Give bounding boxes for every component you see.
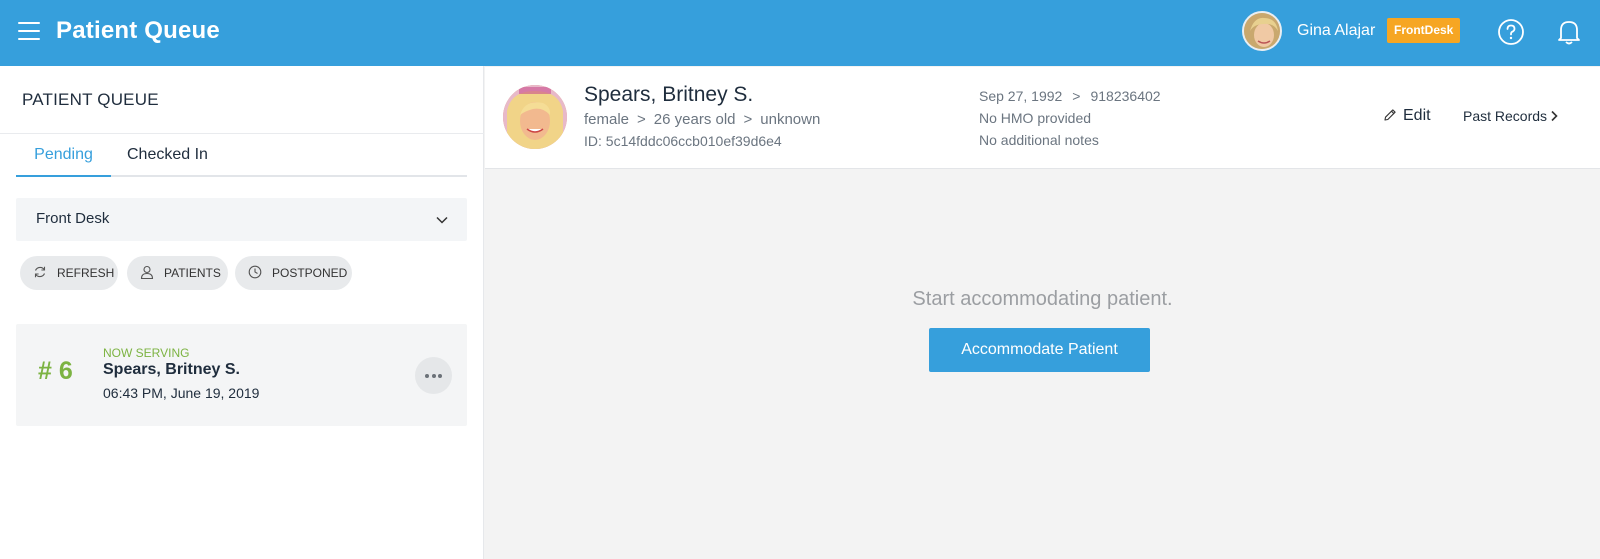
- bell-icon[interactable]: [1556, 18, 1582, 46]
- patient-birth-row: Sep 27, 1992 >918236402: [979, 85, 1161, 107]
- queue-item[interactable]: # 6 NOW SERVING Spears, Britney S. 06:43…: [16, 324, 467, 426]
- queue-time: 06:43 PM, June 19, 2019: [103, 385, 260, 401]
- top-bar: Patient Queue Gina Alajar FrontDesk: [0, 0, 1600, 66]
- menu-icon[interactable]: [18, 22, 40, 41]
- patients-button[interactable]: PATIENTS: [127, 256, 228, 290]
- past-records-button[interactable]: Past Records: [1463, 108, 1559, 124]
- user-avatar[interactable]: [1242, 11, 1282, 51]
- postponed-button[interactable]: POSTPONED: [235, 256, 352, 290]
- patient-gender: female: [584, 111, 630, 128]
- pencil-icon: [1384, 109, 1396, 121]
- tab-pending[interactable]: Pending: [16, 142, 111, 177]
- patient-phone: 918236402: [1090, 88, 1161, 104]
- edit-button[interactable]: Edit: [1383, 107, 1431, 125]
- patient-birthdate: Sep 27, 1992: [979, 88, 1063, 104]
- chevron-right-icon: >: [637, 111, 646, 128]
- patient-details: Sep 27, 1992 >918236402 No HMO provided N…: [979, 85, 1161, 151]
- tab-checked-in[interactable]: Checked In: [127, 142, 208, 177]
- role-badge: FrontDesk: [1387, 18, 1461, 43]
- patient-age: 26 years old: [653, 111, 736, 128]
- chevron-down-icon: [436, 216, 448, 224]
- refresh-button[interactable]: REFRESH: [20, 256, 118, 290]
- patient-hmo: No HMO provided: [979, 110, 1092, 126]
- department-select-value: Front Desk: [36, 210, 110, 227]
- patient-id: ID: 5c14fddc06ccb010ef39d6e4: [584, 133, 782, 149]
- patient-notes: No additional notes: [979, 132, 1099, 148]
- edit-button-label: Edit: [1403, 107, 1431, 124]
- postponed-button-label: POSTPONED: [272, 266, 348, 280]
- patient-avatar: [503, 85, 567, 149]
- user-name[interactable]: Gina Alajar: [1297, 20, 1375, 42]
- patient-header: Spears, Britney S. female >26 years old > u…: [485, 67, 1600, 169]
- clock-icon: [248, 265, 262, 279]
- patient-blood-type: unknown: [760, 111, 821, 128]
- queue-tabs: Pending Checked In: [16, 142, 467, 177]
- more-options-icon[interactable]: [415, 357, 452, 394]
- department-select[interactable]: Front Desk: [16, 198, 467, 241]
- refresh-button-label: REFRESH: [57, 266, 115, 280]
- divider: [0, 133, 484, 134]
- user-icon: [140, 265, 154, 279]
- queue-status: NOW SERVING: [103, 346, 190, 360]
- help-icon[interactable]: [1497, 18, 1525, 46]
- sidebar: PATIENT QUEUE Pending Checked In Front D…: [0, 66, 484, 559]
- chevron-right-icon: [1551, 110, 1558, 122]
- app-title: Patient Queue: [56, 17, 220, 44]
- refresh-icon: [34, 266, 46, 278]
- past-records-label: Past Records: [1463, 108, 1548, 124]
- queue-patient-name: Spears, Britney S.: [103, 361, 240, 378]
- chevron-right-icon: >: [1072, 88, 1081, 104]
- patient-demographics: female >26 years old > unknown: [584, 111, 820, 128]
- empty-state-message: Start accommodating patient.: [912, 288, 1173, 310]
- sidebar-title: PATIENT QUEUE: [22, 90, 159, 109]
- chevron-right-icon: >: [743, 111, 753, 128]
- queue-number: # 6: [38, 357, 73, 385]
- patient-name: Spears, Britney S.: [584, 83, 754, 106]
- patients-button-label: PATIENTS: [164, 266, 221, 280]
- accommodate-patient-button[interactable]: Accommodate Patient: [929, 328, 1150, 372]
